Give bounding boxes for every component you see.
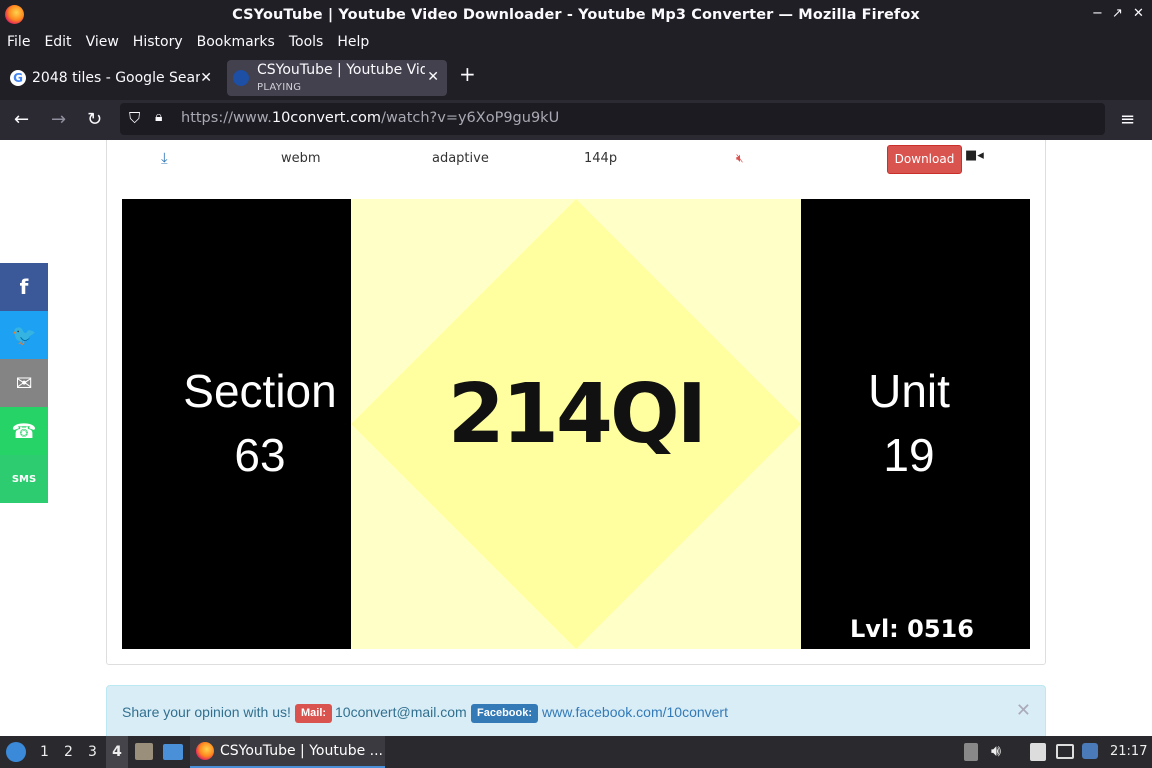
share-sidebar: f 🐦 ✉ ☎ SMS [0,263,48,503]
tab-title: 2048 tiles - Google Search [32,70,201,86]
mail-label: Mail: [295,704,333,723]
hamburger-menu-icon[interactable]: ≡ [1120,109,1135,130]
menu-help[interactable]: Help [337,34,369,50]
menu-bookmarks[interactable]: Bookmarks [197,34,275,50]
format-type: adaptive [432,151,489,166]
facebook-label: Facebook: [471,704,539,723]
sms-icon: SMS [11,473,37,485]
clipboard-icon[interactable] [1030,743,1046,761]
whatsapp-icon: ☎ [11,419,37,443]
video-camera-icon: ■◂ [965,148,984,163]
workspace-4[interactable]: 4 [106,736,128,768]
new-tab-icon[interactable]: + [459,62,476,86]
menu-tools[interactable]: Tools [289,34,324,50]
email-icon: ✉ [15,371,33,395]
desktop-icon[interactable] [163,744,183,760]
page-content: ⤓ webm adaptive 144p 🔇︎ Download ■◂ Sect… [0,140,1152,736]
lock-icon[interactable]: 🔒︎ [155,109,162,125]
back-icon[interactable]: ← [14,109,29,130]
notification-icon[interactable] [1082,743,1098,759]
level-label: Lvl: 0516 [850,615,974,643]
taskbar-firefox-task[interactable]: CSYouTube | Youtube ... [190,736,385,768]
tab-bar: G 2048 tiles - Google Search ✕ CSYouTube… [0,54,1152,100]
window-titlebar: CSYouTube | Youtube Video Downloader - Y… [0,0,1152,30]
firefox-logo-icon [5,5,24,24]
maximize-icon[interactable]: ↗ [1112,6,1123,21]
workspace-2[interactable]: 2 [64,744,73,760]
format-quality: 144p [584,151,618,166]
alert-text: Share your opinion with us! [122,704,291,720]
forward-icon[interactable]: → [51,109,66,130]
unit-label: Unit 19 [868,365,950,481]
menu-bar: File Edit View History Bookmarks Tools H… [0,30,1152,54]
mail-address[interactable]: 10convert@mail.com [335,704,467,720]
format-row: ⤓ webm adaptive 144p 🔇︎ Download ■◂ [0,140,1152,190]
window-title: CSYouTube | Youtube Video Downloader - Y… [232,7,920,23]
feedback-alert: Share your opinion with us! Mail: 10conv… [106,685,1046,736]
menu-edit[interactable]: Edit [44,34,71,50]
download-arrow-icon[interactable]: ⤓ [161,149,168,167]
facebook-icon: f [19,275,29,299]
taskbar: 1 2 3 4 CSYouTube | Youtube ... 🔊︎ 21:17 [0,736,1152,768]
close-alert-icon[interactable]: ✕ [1016,700,1031,721]
close-tab-icon[interactable]: ✕ [200,70,212,86]
volume-icon[interactable]: 🔊︎ [991,741,1001,761]
workspace-1[interactable]: 1 [40,744,49,760]
twitter-icon: 🐦 [11,323,37,347]
reload-icon[interactable]: ↻ [87,109,102,130]
file-manager-icon[interactable] [135,743,153,760]
video-player[interactable]: Section 63 214QI Unit 19 Lvl: 0516 [122,199,1030,649]
tab-google-search[interactable]: G 2048 tiles - Google Search ✕ [4,60,220,96]
firefox-icon [196,742,214,760]
clock: 21:17 [1110,744,1148,759]
menu-view[interactable]: View [86,34,119,50]
start-menu-icon[interactable] [6,742,26,762]
facebook-link[interactable]: www.facebook.com/10convert [542,704,728,720]
twitter-share-button[interactable]: 🐦 [0,311,48,359]
email-share-button[interactable]: ✉ [0,359,48,407]
tab-csyoutube[interactable]: CSYouTube | Youtube Video Downloader PLA… [227,60,447,96]
tab-playing-label: PLAYING [257,82,302,93]
network-icon[interactable] [1056,744,1074,759]
tab-title: CSYouTube | Youtube Video Downloader [257,62,425,78]
muted-audio-icon: 🔇︎ [736,151,744,165]
menu-file[interactable]: File [7,34,30,50]
sms-share-button[interactable]: SMS [0,455,48,503]
minimize-icon[interactable]: − [1092,6,1103,21]
workspace-3[interactable]: 3 [88,744,97,760]
format-ext: webm [281,151,321,166]
shield-icon[interactable]: ⛉ [129,109,140,127]
close-tab-icon[interactable]: ✕ [427,69,439,85]
menu-history[interactable]: History [133,34,183,50]
facebook-share-button[interactable]: f [0,263,48,311]
url-bar[interactable]: ⛉ 🔒︎ https://www.10convert.com/watch?v=y… [120,103,1105,135]
video-center-panel: 214QI [351,199,801,649]
url-text[interactable]: https://www.10convert.com/watch?v=y6XoP9… [181,110,559,126]
download-button[interactable]: Download [887,145,962,174]
close-window-icon[interactable]: ✕ [1133,6,1144,21]
whatsapp-share-button[interactable]: ☎ [0,407,48,455]
google-icon: G [10,70,26,86]
task-title: CSYouTube | Youtube ... [220,743,384,759]
video-code-text: 214QI [447,367,707,462]
csyoutube-icon [233,70,249,86]
tray-up-icon[interactable] [964,743,978,761]
